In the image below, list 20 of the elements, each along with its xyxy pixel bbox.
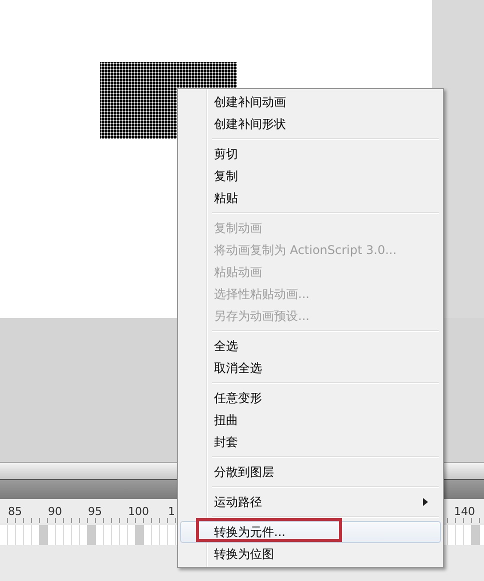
- frame-number: 85: [8, 504, 23, 518]
- menu-item[interactable]: 转换为元件...: [180, 521, 441, 543]
- menu-item[interactable]: 运动路径: [180, 491, 441, 513]
- frame-number: 90: [48, 504, 63, 518]
- menu-item[interactable]: 全选: [180, 335, 441, 357]
- menu-item[interactable]: 转换为位图: [180, 543, 441, 565]
- frame-number: 1: [168, 504, 176, 518]
- frame-number: 100: [128, 504, 150, 518]
- menu-item[interactable]: 创建补间形状: [180, 113, 441, 135]
- menu-item[interactable]: 粘贴: [180, 187, 441, 209]
- frame-number: 95: [88, 504, 103, 518]
- menu-item[interactable]: 取消全选: [180, 357, 441, 379]
- menu-item[interactable]: 剪切: [180, 143, 441, 165]
- menu-item[interactable]: 复制: [180, 165, 441, 187]
- menu-item[interactable]: 封套: [180, 431, 441, 453]
- menu-item[interactable]: 任意变形: [180, 387, 441, 409]
- frame-number: 140: [454, 504, 476, 518]
- menu-item[interactable]: 扭曲: [180, 409, 441, 431]
- menu-item[interactable]: 创建补间动画: [180, 91, 441, 113]
- menu-item[interactable]: 分散到图层: [180, 461, 441, 483]
